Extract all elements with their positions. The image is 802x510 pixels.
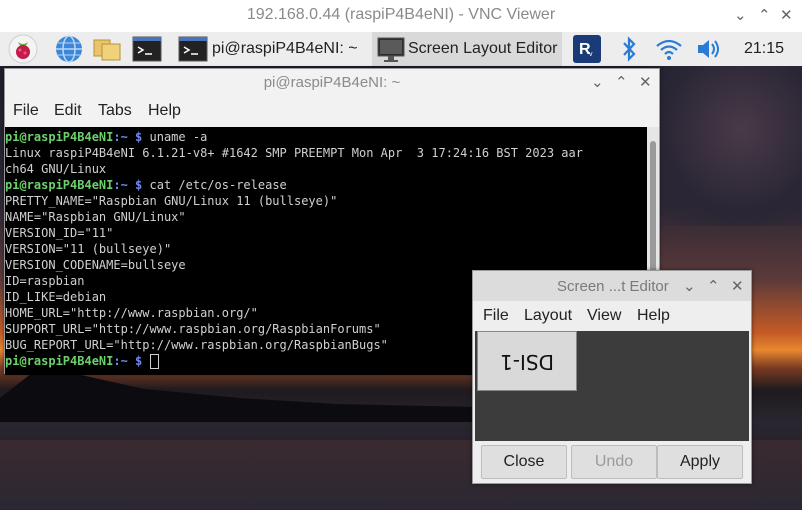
sle-title: Screen ...t Editor xyxy=(557,278,669,295)
vnc-window-title: 192.168.0.44 (raspiP4B4eNI) - VNC Viewer xyxy=(246,6,556,23)
terminal-line: VERSION="11 (bullseye)" xyxy=(5,242,172,256)
terminal-title-bar[interactable]: pi@raspiP4B4eNI: ~ ⌄ ⌃ ✕ xyxy=(5,69,659,97)
prompt-path: :~ $ xyxy=(113,178,143,192)
sle-maximize-icon[interactable]: ⌃ xyxy=(707,277,720,295)
prompt-path: :~ $ xyxy=(113,354,143,368)
taskbar: pi@raspiP4B4eNI: ~ Screen Layout Editor … xyxy=(0,32,802,67)
terminal-line: VERSION_ID="11" xyxy=(5,226,114,240)
sle-menu-view[interactable]: View xyxy=(587,307,621,325)
command-text: cat /etc/os-release xyxy=(142,178,287,192)
close-icon[interactable]: ✕ xyxy=(780,6,793,24)
command-text xyxy=(142,354,149,368)
raspberry-menu-icon[interactable] xyxy=(8,34,38,64)
sle-menu-layout[interactable]: Layout xyxy=(524,307,572,325)
terminal-close-icon[interactable]: ✕ xyxy=(639,73,652,91)
prompt-user: pi@raspiP4B4eNI xyxy=(5,130,114,144)
terminal-icon[interactable] xyxy=(132,34,162,64)
terminal-line: ch64 GNU/Linux xyxy=(5,162,107,176)
terminal-task-button[interactable]: pi@raspiP4B4eNI: ~ xyxy=(212,32,358,66)
sle-button-row: Close Undo Apply xyxy=(473,445,751,481)
svg-text:v: v xyxy=(589,51,593,58)
file-manager-icon[interactable] xyxy=(92,34,122,64)
maximize-icon[interactable]: ⌃ xyxy=(758,6,771,24)
display-label: DSI-1 xyxy=(500,350,554,374)
layout-task-label: Screen Layout Editor xyxy=(408,40,558,57)
terminal-line: pi@raspiP4B4eNI:~ $ cat /etc/os-release xyxy=(5,177,647,193)
sle-title-bar[interactable]: Screen ...t Editor ⌄ ⌃ ✕ xyxy=(473,271,751,301)
layout-canvas[interactable]: DSI-1 xyxy=(475,331,749,441)
sle-menu-help[interactable]: Help xyxy=(637,307,670,325)
menu-help[interactable]: Help xyxy=(148,102,181,120)
bluetooth-icon[interactable] xyxy=(614,34,644,64)
wallpaper-cloud xyxy=(650,66,802,226)
sle-close-icon[interactable]: ✕ xyxy=(731,277,744,295)
terminal-cursor xyxy=(149,354,159,369)
vnc-icon[interactable]: R v xyxy=(572,34,602,64)
sle-menu-file[interactable]: File xyxy=(483,307,509,325)
command-text: uname -a xyxy=(142,130,208,144)
sle-minimize-icon[interactable]: ⌄ xyxy=(683,277,696,295)
browser-globe-icon[interactable] xyxy=(54,34,84,64)
terminal-line: pi@raspiP4B4eNI:~ $ uname -a xyxy=(5,129,647,145)
vnc-title-bar: 192.168.0.44 (raspiP4B4eNI) - VNC Viewer… xyxy=(0,0,802,32)
minimize-icon[interactable]: ⌄ xyxy=(734,6,747,24)
sle-menubar: File Layout View Help xyxy=(473,301,751,329)
menu-tabs[interactable]: Tabs xyxy=(98,102,132,120)
menu-edit[interactable]: Edit xyxy=(54,102,82,120)
prompt-path: :~ $ xyxy=(113,130,143,144)
terminal-task-icon[interactable] xyxy=(178,34,208,64)
terminal-title: pi@raspiP4B4eNI: ~ xyxy=(263,74,401,91)
close-button[interactable]: Close xyxy=(481,445,567,479)
menu-file[interactable]: File xyxy=(13,102,39,120)
undo-button[interactable]: Undo xyxy=(571,445,657,479)
terminal-minimize-icon[interactable]: ⌄ xyxy=(591,73,604,91)
clock[interactable]: 21:15 xyxy=(744,32,784,66)
prompt-user: pi@raspiP4B4eNI xyxy=(5,354,114,368)
wifi-icon[interactable] xyxy=(654,34,684,64)
terminal-line: NAME="Raspbian GNU/Linux" xyxy=(5,210,186,224)
terminal-maximize-icon[interactable]: ⌃ xyxy=(615,73,628,91)
screen-layout-editor-window: Screen ...t Editor ⌄ ⌃ ✕ File Layout Vie… xyxy=(472,270,752,484)
monitor-icon xyxy=(377,37,405,62)
layout-task-button[interactable]: Screen Layout Editor xyxy=(372,32,562,66)
volume-icon[interactable] xyxy=(694,34,724,64)
prompt-user: pi@raspiP4B4eNI xyxy=(5,178,114,192)
terminal-line: Linux raspiP4B4eNI 6.1.21-v8+ #1642 SMP … xyxy=(5,146,583,160)
terminal-line: PRETTY_NAME="Raspbian GNU/Linux 11 (bull… xyxy=(5,194,338,208)
apply-button[interactable]: Apply xyxy=(657,445,743,479)
display-dsi-1[interactable]: DSI-1 xyxy=(477,331,577,391)
